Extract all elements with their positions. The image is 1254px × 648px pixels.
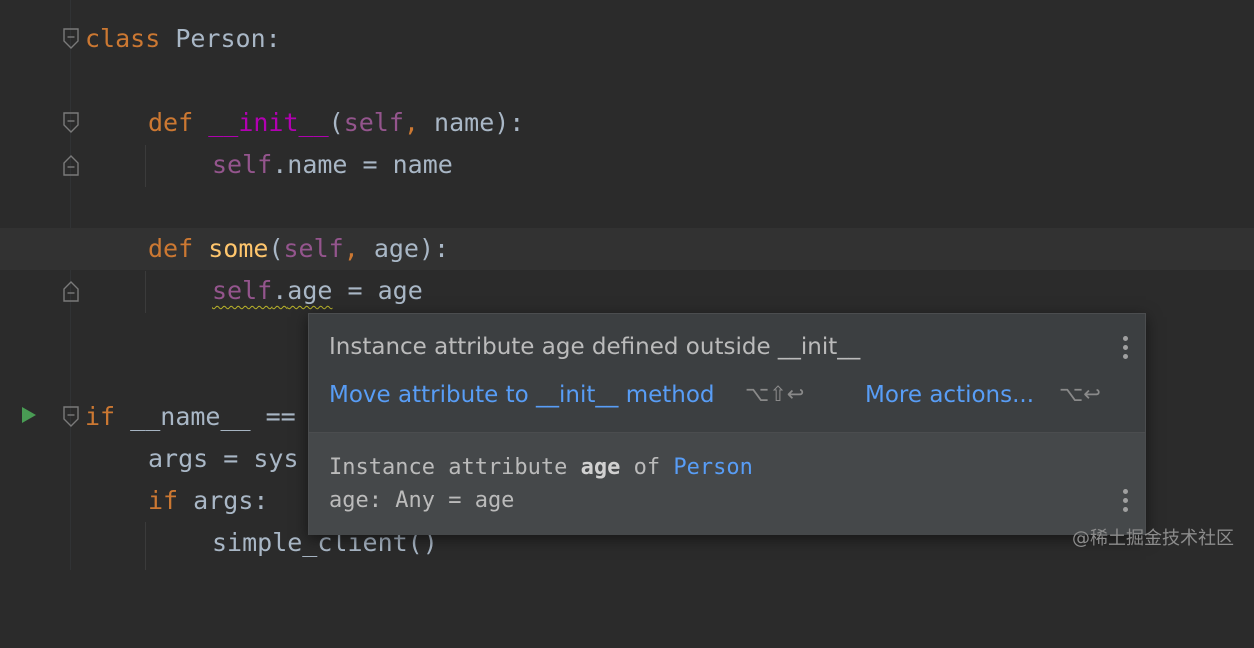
- magic-method-name: __init__: [208, 108, 329, 137]
- move-attribute-action[interactable]: Move attribute to __init__ method: [329, 382, 715, 408]
- warned-attribute[interactable]: age: [287, 276, 332, 305]
- paren: (: [328, 108, 344, 137]
- comma: ,: [343, 234, 359, 263]
- class-name: Person: [160, 24, 266, 53]
- doc-attribute: age: [580, 455, 621, 480]
- keyword-if: if: [148, 486, 179, 515]
- keyword-def: def: [148, 234, 194, 263]
- inspection-popup[interactable]: Instance attribute age defined outside _…: [308, 313, 1146, 535]
- more-actions-link[interactable]: More actions...: [865, 382, 1034, 408]
- doc-description: Instance attribute age of Person: [329, 455, 753, 480]
- keyword-if: if: [85, 402, 116, 431]
- args-assignment: args = sys: [148, 444, 299, 473]
- params: name):: [418, 108, 525, 137]
- inspection-title: Instance attribute age defined outside _…: [329, 334, 861, 360]
- more-actions-shortcut: ⌥↩: [1059, 382, 1101, 406]
- self-param: self: [283, 234, 344, 263]
- assignment: = age: [332, 276, 423, 305]
- condition: __name__ ==: [115, 402, 296, 431]
- self-ref: self: [212, 150, 273, 179]
- doc-prefix: Instance attribute: [329, 455, 581, 480]
- code-line-some[interactable]: def some(self, age):: [0, 228, 1254, 270]
- params: age):: [358, 234, 450, 263]
- code-line-init[interactable]: def __init__(self, name):: [0, 102, 1254, 144]
- move-attribute-shortcut: ⌥⇧↩: [745, 382, 805, 406]
- doc-signature: age: Any = age: [329, 488, 515, 513]
- quick-documentation: Instance attribute age of Person age: An…: [309, 433, 1145, 535]
- code-line-assign-age[interactable]: self.age = age: [0, 270, 1254, 312]
- code-line-1[interactable]: class Person:: [0, 18, 1254, 60]
- paren: (: [268, 234, 284, 263]
- colon: :: [265, 24, 281, 53]
- doc-options-icon[interactable]: [1121, 489, 1129, 515]
- more-options-icon[interactable]: [1121, 336, 1129, 362]
- self-param: self: [343, 108, 404, 137]
- watermark: @稀土掘金技术社区: [1072, 528, 1234, 549]
- code-line-assign-name[interactable]: self.name = name: [0, 144, 1254, 186]
- doc-of: of: [620, 455, 674, 480]
- comma: ,: [403, 108, 419, 137]
- dot: .: [272, 276, 288, 305]
- keyword-class: class: [85, 24, 161, 53]
- self-ref: self: [212, 276, 273, 305]
- assignment: .name = name: [272, 150, 453, 179]
- keyword-def: def: [148, 108, 194, 137]
- doc-class-link[interactable]: Person: [673, 455, 752, 480]
- function-name: some: [208, 234, 269, 263]
- condition: args:: [178, 486, 269, 515]
